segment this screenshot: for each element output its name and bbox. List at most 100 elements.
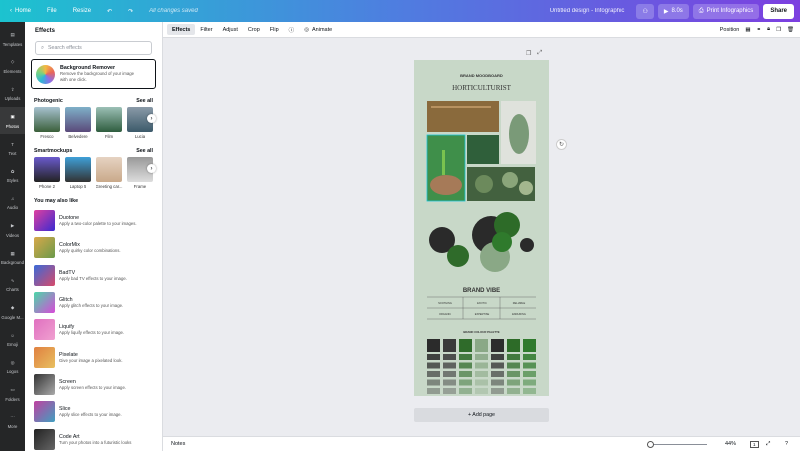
rail-item-templates[interactable]: ▤ Templates [0, 25, 25, 52]
chevron-right-icon[interactable]: › [147, 164, 156, 173]
info-button[interactable]: ⓘ [284, 24, 300, 35]
effect-item-slice[interactable]: Slice Apply slice effects to your image. [25, 398, 162, 425]
chevron-right-icon[interactable]: › [147, 114, 156, 123]
page-count-button[interactable]: 1 [750, 440, 759, 448]
resize-label: Resize [72, 8, 92, 14]
present-button[interactable]: ⚇ [636, 3, 654, 19]
palette-swatch [427, 379, 440, 386]
rail-item-audio[interactable]: ♫ Audio [0, 189, 25, 216]
flip-tool[interactable]: Flip [265, 24, 284, 35]
photogenic-thumb[interactable]: Lucia [127, 107, 153, 139]
rail-item-photos[interactable]: ▣ Photos [0, 106, 25, 135]
effects-panel: Effects ⌕ Search effects Background Remo… [25, 22, 163, 451]
rail-item-elements[interactable]: ◇ Elements [0, 52, 25, 79]
background-remover-thumbnail [36, 64, 55, 84]
photogenic-thumb[interactable]: Film [96, 107, 122, 139]
rotate-handle[interactable]: ↻ [556, 139, 567, 150]
undo-icon: ↶ [107, 8, 113, 15]
transparency-icon[interactable]: ▦ [745, 27, 750, 33]
vibe-word: EXPERTISE [475, 312, 490, 316]
vibe-word: ORGANIC [439, 312, 451, 316]
smartmockups-see-all[interactable]: See all [136, 148, 153, 154]
animate-label: Animate [312, 26, 333, 33]
effect-item-glitch[interactable]: Glitch Apply glitch effects to your image… [25, 289, 162, 316]
effect-item-screen[interactable]: Screen Apply screen effects to your image… [25, 371, 162, 398]
search-input[interactable]: ⌕ Search effects [35, 41, 152, 55]
duplicate-icon[interactable]: ❐ [776, 27, 781, 33]
home-button[interactable]: ‹ Home [0, 0, 39, 22]
photo-wood[interactable] [427, 101, 499, 132]
adjust-tool[interactable]: Adjust [218, 24, 243, 35]
text-icon: T [11, 141, 14, 147]
background-remover-card[interactable]: Background Remover Remove the background… [31, 59, 156, 89]
trash-icon[interactable]: 🗑︎ [787, 27, 794, 33]
rail-label: Folders [5, 396, 20, 402]
animate-tool[interactable]: ◎ Animate [299, 24, 337, 35]
expand-icon[interactable]: ⤢ [537, 50, 542, 57]
rail-item-charts[interactable]: ∿ Charts [0, 271, 25, 298]
rail-item-text[interactable]: T Text [0, 134, 25, 161]
zoom-slider[interactable] [647, 444, 707, 445]
zoom-level[interactable]: 44% [725, 441, 736, 447]
zoom-slider-handle[interactable] [647, 441, 654, 448]
undo-button[interactable]: ↶ [99, 0, 120, 22]
share-button[interactable]: Share [763, 3, 794, 19]
palette-swatch [459, 379, 472, 386]
rail-item-emoji[interactable]: ☺ Emoji [0, 325, 25, 352]
smartmockups-thumb[interactable]: Laptop 5 [65, 157, 91, 189]
info-icon: ⓘ [288, 27, 295, 34]
rail-item-uploads[interactable]: ⇪ Uploads [0, 80, 25, 107]
smartmockups-thumb[interactable]: Frame [127, 157, 153, 189]
resize-button[interactable]: Resize [65, 0, 99, 22]
rail-item-more[interactable]: ⋯ More [0, 407, 25, 434]
fullscreen-icon[interactable]: ⤢ [766, 441, 770, 448]
smartmockups-thumb[interactable]: Phone 2 [34, 157, 60, 189]
rail-item-styles[interactable]: ✿ Styles [0, 161, 25, 188]
file-menu[interactable]: File [39, 0, 65, 22]
document-title[interactable]: Untitled design - Infographic [550, 8, 625, 14]
animate-icon: ◎ [304, 26, 309, 33]
rail-label: More [7, 423, 18, 429]
lock-icon[interactable]: 🔒︎ [767, 26, 770, 33]
also-like-header: You may also like [25, 195, 162, 207]
effect-item-liquify[interactable]: Liquify Apply liquify effects to your ima… [25, 316, 162, 343]
filter-tool[interactable]: Filter [195, 24, 217, 35]
effect-desc: Give your image a pixelated look. [59, 357, 123, 363]
link-icon[interactable]: ⚭ [757, 27, 762, 33]
palette-swatch [507, 371, 520, 377]
effect-item-badtv[interactable]: BadTV Apply bad TV effects to your image. [25, 262, 162, 289]
left-rail: ▤ Templates ◇ Elements ⇪ Uploads ▣ Photos T Text ✿… [0, 22, 25, 451]
effect-item-pixelate[interactable]: Pixelate Give your image a pixelated look… [25, 343, 162, 370]
save-status: All changes saved [149, 8, 198, 14]
rail-item-google-maps[interactable]: ◆ Google M... [0, 298, 25, 325]
photogenic-thumb[interactable]: Belvedere [65, 107, 91, 139]
effect-item-colormix[interactable]: ColorMix Apply quirky color combinations. [25, 234, 162, 261]
photo-leaf-dark[interactable] [467, 135, 499, 164]
palette-swatch [507, 388, 520, 394]
rail-item-folders[interactable]: ▭ Folders [0, 380, 25, 407]
copy-page-icon[interactable]: ❐ [526, 50, 531, 57]
effects-tool[interactable]: Effects [167, 24, 196, 35]
play-button[interactable]: ▶ 8.0s [657, 3, 689, 19]
design-artwork: BRAND MOODBOARD HORTICULTURIST BRAND VIB… [414, 60, 549, 396]
rail-item-background[interactable]: ▦ Background [0, 243, 25, 270]
position-button[interactable]: Position [720, 27, 740, 33]
crop-tool[interactable]: Crop [243, 24, 265, 35]
design-page[interactable]: BRAND MOODBOARD HORTICULTURIST BRAND VIB… [414, 60, 549, 396]
rail-item-videos[interactable]: ▶ Videos [0, 216, 25, 243]
photogenic-header: Photogenic See all [25, 95, 162, 107]
add-page-button[interactable]: + Add page [414, 408, 549, 422]
rail-item-logos[interactable]: ◎ Logos [0, 353, 25, 380]
palette-swatch [475, 362, 488, 369]
print-button[interactable]: ⎙ Print Infographics [692, 3, 760, 19]
smartmockups-thumb[interactable]: Greeting car... [96, 157, 123, 189]
photogenic-see-all[interactable]: See all [136, 98, 153, 104]
effect-item-code-art[interactable]: Code Art Turn your photos into a futurist… [25, 425, 162, 451]
palette-swatch [475, 339, 488, 352]
effect-item-duotone[interactable]: Duotone Apply a two-color palette to your… [25, 207, 162, 234]
photogenic-thumb[interactable]: Fresco [34, 107, 60, 139]
notes-button[interactable]: Notes [171, 441, 185, 447]
palette-swatch [475, 371, 488, 377]
redo-button[interactable]: ↷ [120, 0, 141, 22]
help-icon[interactable]: ? [785, 441, 788, 447]
